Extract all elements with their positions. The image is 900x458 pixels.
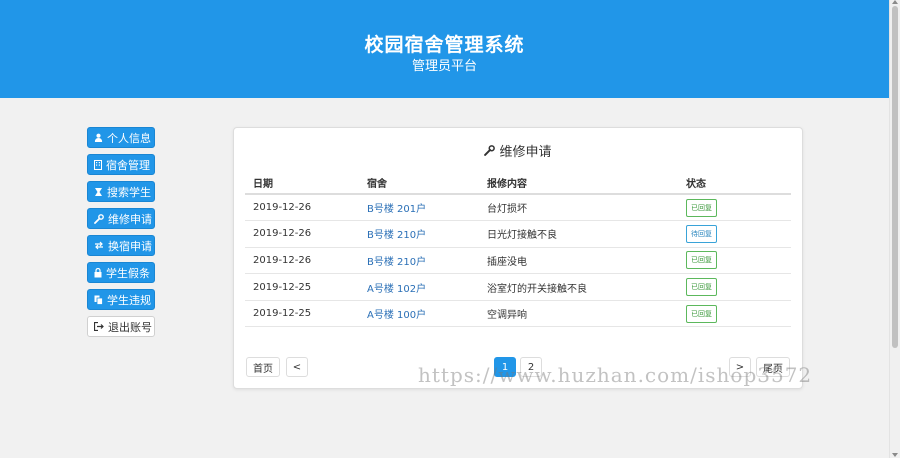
cell-content: 空调异响: [479, 300, 678, 328]
sidebar-item-label: 宿舍管理: [106, 158, 150, 172]
sidebar-item-label: 学生违规: [107, 293, 151, 307]
sidebar-item-label: 个人信息: [107, 131, 151, 145]
cell-status: 已回复: [678, 273, 791, 301]
cell-status: 待回复: [678, 220, 791, 248]
column-header-date: 日期: [245, 172, 359, 195]
logout-icon: [94, 322, 104, 332]
cell-date: 2019-12-25: [245, 300, 359, 328]
status-badge[interactable]: 待回复: [686, 224, 717, 243]
search-student-icon: [94, 187, 103, 197]
swap-icon: [94, 241, 104, 251]
table-row: 2019-12-25 A号楼 100户 空调异响 已回复: [245, 300, 791, 328]
cell-date: 2019-12-26: [245, 220, 359, 248]
panel-title: 维修申请: [234, 141, 802, 160]
sidebar-item-search-student[interactable]: 搜索学生: [87, 181, 155, 202]
copy-icon: [94, 295, 103, 305]
app-subtitle: 管理员平台: [411, 59, 477, 74]
column-header-dorm: 宿舍: [359, 172, 479, 195]
watermark-text: https://www.huzhan.com/ishop3572: [418, 363, 813, 387]
cell-dorm-link[interactable]: A号楼 102户: [359, 273, 479, 301]
status-badge[interactable]: 已回复: [686, 251, 717, 270]
repair-table: 日期 宿舍 报修内容 状态 2019-12-26 B号楼 201户 台灯损坏 已…: [245, 172, 791, 328]
pagination-prev-button[interactable]: <: [286, 357, 308, 377]
panel-title-text: 维修申请: [499, 145, 552, 160]
sidebar-item-dorm-management[interactable]: 宿舍管理: [87, 154, 155, 175]
cell-dorm-link[interactable]: A号楼 100户: [359, 300, 479, 328]
sidebar-item-label: 学生假条: [106, 266, 150, 280]
wrench-icon: [484, 145, 496, 159]
building-icon: [94, 159, 102, 170]
sidebar-nav: 个人信息 宿舍管理 搜索学生 维修申请 换宿申请 学生假条 学生违规 退出账号: [87, 127, 155, 343]
sidebar-item-label: 换宿申请: [108, 239, 152, 253]
sidebar-item-logout[interactable]: 退出账号: [87, 316, 155, 337]
cell-content: 浴室灯的开关接触不良: [479, 273, 678, 301]
table-row: 2019-12-26 B号楼 201户 台灯损坏 已回复: [245, 194, 791, 222]
cell-content: 台灯损坏: [479, 194, 678, 222]
scrollbar-thumb[interactable]: [892, 6, 898, 348]
table-row: 2019-12-26 B号楼 210户 日光灯接触不良 待回复: [245, 220, 791, 248]
wrench-icon: [94, 213, 104, 224]
column-header-status: 状态: [678, 172, 791, 195]
scroll-down-icon[interactable]: [892, 453, 898, 457]
sidebar-item-repair-request[interactable]: 维修申请: [87, 208, 155, 229]
column-header-content: 报修内容: [479, 172, 678, 195]
pagination-first-button[interactable]: 首页: [246, 357, 280, 377]
cell-content: 插座没电: [479, 247, 678, 275]
sidebar-item-profile[interactable]: 个人信息: [87, 127, 155, 148]
cell-status: 已回复: [678, 300, 791, 328]
sidebar-item-violations[interactable]: 学生违规: [87, 289, 155, 310]
sidebar-item-leave-note[interactable]: 学生假条: [87, 262, 155, 283]
status-badge[interactable]: 已回复: [686, 198, 717, 217]
cell-status: 已回复: [678, 194, 791, 222]
cell-content: 日光灯接触不良: [479, 220, 678, 248]
cell-date: 2019-12-26: [245, 247, 359, 275]
cell-date: 2019-12-25: [245, 273, 359, 301]
scroll-up-icon[interactable]: [892, 0, 898, 4]
sidebar-item-label: 退出账号: [108, 320, 152, 334]
cell-status: 已回复: [678, 247, 791, 275]
table-header-row: 日期 宿舍 报修内容 状态: [245, 172, 791, 195]
table-row: 2019-12-26 B号楼 210户 插座没电 已回复: [245, 247, 791, 275]
sidebar-item-label: 维修申请: [108, 212, 152, 226]
table-row: 2019-12-25 A号楼 102户 浴室灯的开关接触不良 已回复: [245, 273, 791, 301]
vertical-scrollbar[interactable]: [889, 0, 900, 458]
cell-dorm-link[interactable]: B号楼 210户: [359, 247, 479, 275]
cell-date: 2019-12-26: [245, 194, 359, 222]
status-badge[interactable]: 已回复: [686, 278, 717, 297]
header-banner: 校园宿舍管理系统 管理员平台: [0, 0, 889, 98]
user-icon: [94, 133, 103, 143]
lock-icon: [94, 267, 102, 278]
repair-request-panel: 维修申请 日期 宿舍 报修内容 状态 2019-12-26 B号楼 201户 台…: [233, 127, 803, 389]
app-title: 校园宿舍管理系统: [364, 34, 525, 56]
cell-dorm-link[interactable]: B号楼 201户: [359, 194, 479, 222]
sidebar-item-label: 搜索学生: [107, 185, 151, 199]
cell-dorm-link[interactable]: B号楼 210户: [359, 220, 479, 248]
status-badge[interactable]: 已回复: [686, 304, 717, 323]
sidebar-item-room-change[interactable]: 换宿申请: [87, 235, 155, 256]
